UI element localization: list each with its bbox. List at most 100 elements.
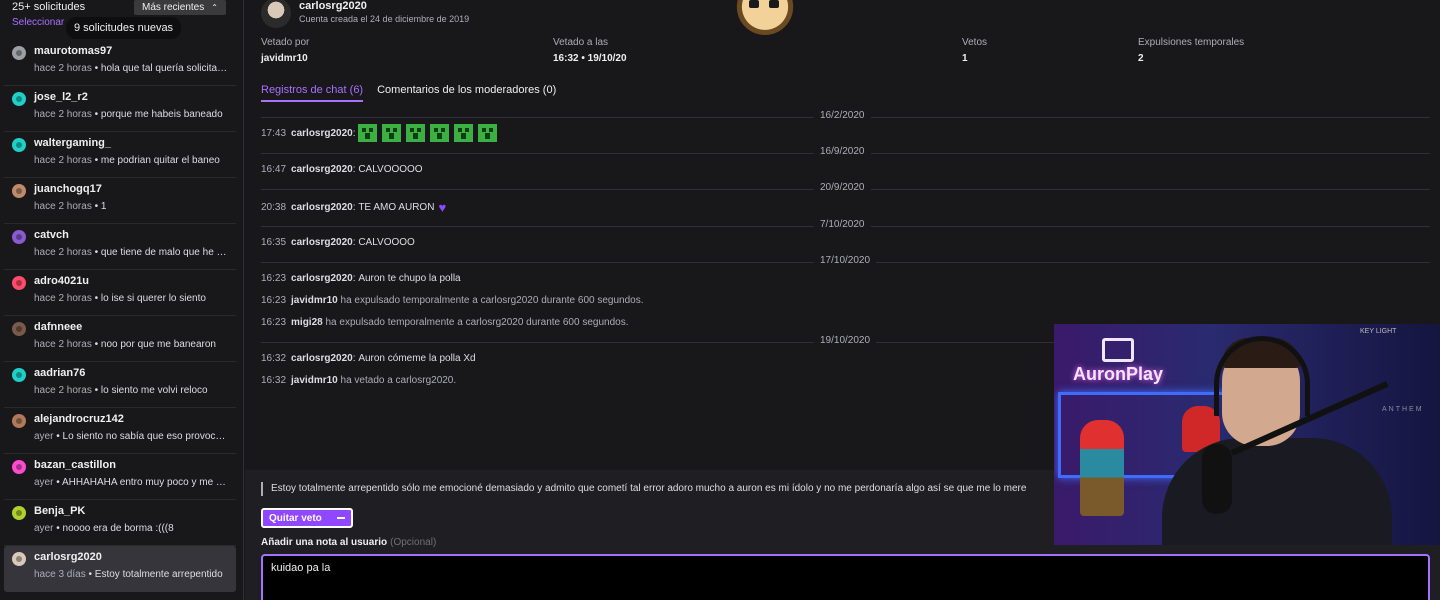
brand-text: AuronPlay — [1072, 364, 1164, 384]
date-label: 7/10/2020 — [814, 219, 871, 230]
separator: • — [91, 63, 101, 74]
request-username: waltergaming_ — [34, 137, 112, 149]
request-preview: lo siento me volvi reloco — [100, 385, 208, 396]
message-time: 16:23 — [261, 317, 287, 328]
message-user[interactable]: javidmr10 — [291, 375, 338, 386]
note-input[interactable]: kuidao pa la — [261, 554, 1430, 600]
separator: • — [91, 109, 101, 120]
action-text: ha vetado a carlosrg2020. — [340, 375, 457, 386]
request-item[interactable]: alejandrocruz142 ayer • Lo siento no sab… — [4, 408, 236, 454]
request-item[interactable]: catvch hace 2 horas • que tiene de malo … — [4, 224, 236, 270]
avatar — [12, 276, 26, 290]
user-name[interactable]: carlosrg2020 — [299, 0, 367, 12]
request-username: maurotomas97 — [34, 45, 113, 57]
chat-message: 17:43 carlosrg2020: — [261, 124, 502, 142]
message-text: Auron cómeme la polla Xd — [358, 353, 476, 364]
request-time: hace 2 horas — [34, 247, 92, 258]
separator: • — [91, 155, 101, 166]
request-preview: porque me habeis baneado — [100, 109, 223, 120]
creeper-emote-icon — [454, 124, 474, 142]
sort-dropdown[interactable]: Más recientes ⌃ — [134, 0, 226, 15]
request-item[interactable]: juanchogq17 hace 2 horas • 1 — [4, 178, 236, 224]
message-user[interactable]: carlosrg2020 — [291, 273, 353, 284]
message-time: 16:23 — [261, 295, 287, 306]
request-time: ayer — [34, 431, 54, 442]
chat-message: 16:35 carlosrg2020: CALVOOOO — [261, 237, 415, 248]
request-username: jose_l2_r2 — [34, 91, 88, 103]
message-text: TE AMO AURON — [358, 202, 435, 213]
separator: • — [53, 477, 62, 488]
request-time: hace 2 horas — [34, 293, 92, 304]
tab-chat-logs[interactable]: Registros de chat (6) — [261, 84, 364, 102]
unban-button[interactable]: Quitar veto — [261, 508, 353, 528]
message-user[interactable]: carlosrg2020 — [291, 237, 353, 248]
request-time: hace 2 horas — [34, 385, 92, 396]
request-item[interactable]: dafnneee hace 2 horas • noo por que me b… — [4, 316, 236, 362]
optional-label: (Opcional) — [390, 537, 437, 548]
request-meta: hace 2 horas • me podrian quitar el bane… — [34, 155, 230, 166]
request-username: alejandrocruz142 — [34, 413, 124, 425]
request-meta: hace 2 horas • lo ise si querer lo sient… — [34, 293, 230, 304]
avatar — [12, 322, 26, 336]
requests-sidebar: 25+ solicitudes Más recientes ⌃ Seleccio… — [0, 0, 244, 600]
request-time: hace 3 días — [34, 569, 86, 580]
keylight-label: KEY LIGHT — [1360, 328, 1397, 335]
mod-action: 16:32 javidmr10 ha vetado a carlosrg2020… — [261, 375, 456, 386]
detail-tabs: Registros de chat (6) Comentarios de los… — [261, 84, 556, 102]
creeper-emote-icon — [478, 124, 498, 142]
creeper-emote-icon — [406, 124, 426, 142]
request-item[interactable]: Benja_PK ayer • noooo era de borma :(((8 — [4, 500, 236, 546]
request-preview: me podrian quitar el baneo — [100, 155, 220, 166]
action-text: ha expulsado temporalmente a carlosrg202… — [325, 317, 629, 328]
message-time: 16:35 — [261, 237, 287, 248]
message-time: 16:47 — [261, 164, 287, 175]
stat-label: Expulsiones temporales — [1138, 37, 1245, 48]
separator: • — [91, 385, 101, 396]
request-meta: hace 3 días • Estoy totalmente arrepenti… — [34, 569, 230, 580]
request-meta: hace 2 horas • 1 — [34, 201, 230, 212]
request-preview: AHHAHAHA entro muy poco y me banean — [61, 477, 230, 488]
minus-icon — [337, 517, 345, 519]
message-user[interactable]: carlosrg2020 — [291, 202, 353, 213]
message-text: CALVOOOO — [358, 237, 415, 248]
request-item[interactable]: maurotomas97 hace 2 horas • hola que tal… — [4, 40, 236, 86]
request-meta: hace 2 horas • porque me habeis baneado — [34, 109, 230, 120]
request-preview: 1 — [100, 201, 107, 212]
request-item[interactable]: bazan_castillon ayer • AHHAHAHA entro mu… — [4, 454, 236, 500]
separator: • — [91, 201, 101, 212]
request-meta: ayer • Lo siento no sabía que eso provoc… — [34, 431, 230, 442]
separator: • — [91, 293, 101, 304]
chat-message: 16:32 carlosrg2020: Auron cómeme la poll… — [261, 353, 476, 364]
request-time: hace 2 horas — [34, 201, 92, 212]
request-item-selected[interactable]: carlosrg2020 hace 3 días • Estoy totalme… — [4, 546, 236, 592]
message-time: 16:23 — [261, 273, 287, 284]
separator: • — [53, 431, 63, 442]
select-link[interactable]: Seleccionar — [12, 17, 64, 28]
webcam-overlay: AuronPlay KEY LIGHT ANTHEM — [1054, 324, 1440, 545]
message-user[interactable]: javidmr10 — [291, 295, 338, 306]
tab-mod-comments[interactable]: Comentarios de los moderadores (0) — [377, 84, 556, 102]
new-requests-tooltip: 9 solicitudes nuevas — [66, 17, 182, 39]
creeper-emote-icon — [430, 124, 450, 142]
date-label: 16/9/2020 — [814, 146, 871, 157]
request-item[interactable]: waltergaming_ hace 2 horas • me podrian … — [4, 132, 236, 178]
request-username: bazan_castillon — [34, 459, 116, 471]
request-time: hace 2 horas — [34, 155, 92, 166]
request-username: Benja_PK — [34, 505, 86, 517]
avatar — [12, 230, 26, 244]
date-separator: 16/2/2020 — [261, 106, 1430, 121]
message-text: Auron te chupo la polla — [358, 273, 461, 284]
message-time: 16:32 — [261, 353, 287, 364]
request-meta: hace 2 horas • noo por que me banearon — [34, 339, 230, 350]
request-item[interactable]: jose_l2_r2 hace 2 horas • porque me habe… — [4, 86, 236, 132]
request-username: catvch — [34, 229, 69, 241]
message-user[interactable]: carlosrg2020 — [291, 353, 353, 364]
request-time: hace 2 horas — [34, 339, 92, 350]
message-user[interactable]: carlosrg2020 — [291, 164, 353, 175]
stat-label: Vetado por — [261, 37, 310, 48]
request-item[interactable]: aadrian76 hace 2 horas • lo siento me vo… — [4, 362, 236, 408]
request-preview: Estoy totalmente arrepentido — [94, 569, 223, 580]
request-item[interactable]: adro4021u hace 2 horas • lo ise si quere… — [4, 270, 236, 316]
message-user[interactable]: migi28 — [291, 317, 323, 328]
message-user[interactable]: carlosrg2020 — [291, 128, 353, 139]
